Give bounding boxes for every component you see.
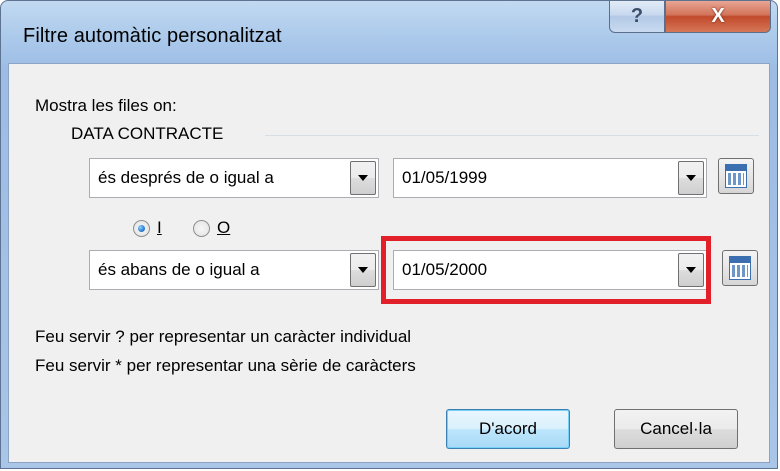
close-button[interactable]: X xyxy=(665,1,771,33)
or-radio-label[interactable]: O xyxy=(217,218,230,238)
help-icon: ? xyxy=(630,5,644,27)
group-divider xyxy=(265,135,759,136)
calendar-button-1[interactable] xyxy=(718,158,754,194)
hint-single-char: Feu servir ? per representar un caràcter… xyxy=(35,327,412,346)
calendar-button-2[interactable] xyxy=(722,250,758,286)
dropdown-arrow-icon[interactable] xyxy=(350,161,376,195)
and-radio[interactable] xyxy=(133,220,150,237)
operator1-select[interactable]: és després de o igual a xyxy=(89,158,379,198)
field-name-label: DATA CONTRACTE xyxy=(71,124,224,143)
operator2-select[interactable]: és abans de o igual a xyxy=(89,250,379,290)
value1-text: 01/05/1999 xyxy=(402,168,488,187)
dropdown-arrow-icon[interactable] xyxy=(350,253,376,287)
ok-button[interactable]: D'acord xyxy=(446,409,570,449)
value1-combobox[interactable]: 01/05/1999 xyxy=(393,158,707,198)
operator2-value: és abans de o igual a xyxy=(98,260,260,279)
calendar-icon xyxy=(729,256,751,280)
help-button[interactable]: ? xyxy=(609,1,665,33)
operator1-value: és després de o igual a xyxy=(98,168,274,187)
hint-series-chars: Feu servir * per representar una sèrie d… xyxy=(35,356,416,375)
intro-label: Mostra les files on: xyxy=(35,96,177,115)
dropdown-arrow-icon[interactable] xyxy=(678,161,704,195)
cancel-button[interactable]: Cancel·la xyxy=(614,409,738,449)
or-radio[interactable] xyxy=(193,220,210,237)
dialog-title: Filtre automàtic personalitzat xyxy=(23,25,282,47)
close-icon: X xyxy=(711,5,725,27)
dialog-window: Filtre automàtic personalitzat ? X Mostr… xyxy=(0,0,778,469)
highlight-annotation xyxy=(381,236,711,304)
calendar-icon xyxy=(725,164,747,188)
and-radio-label[interactable]: I xyxy=(157,218,162,238)
